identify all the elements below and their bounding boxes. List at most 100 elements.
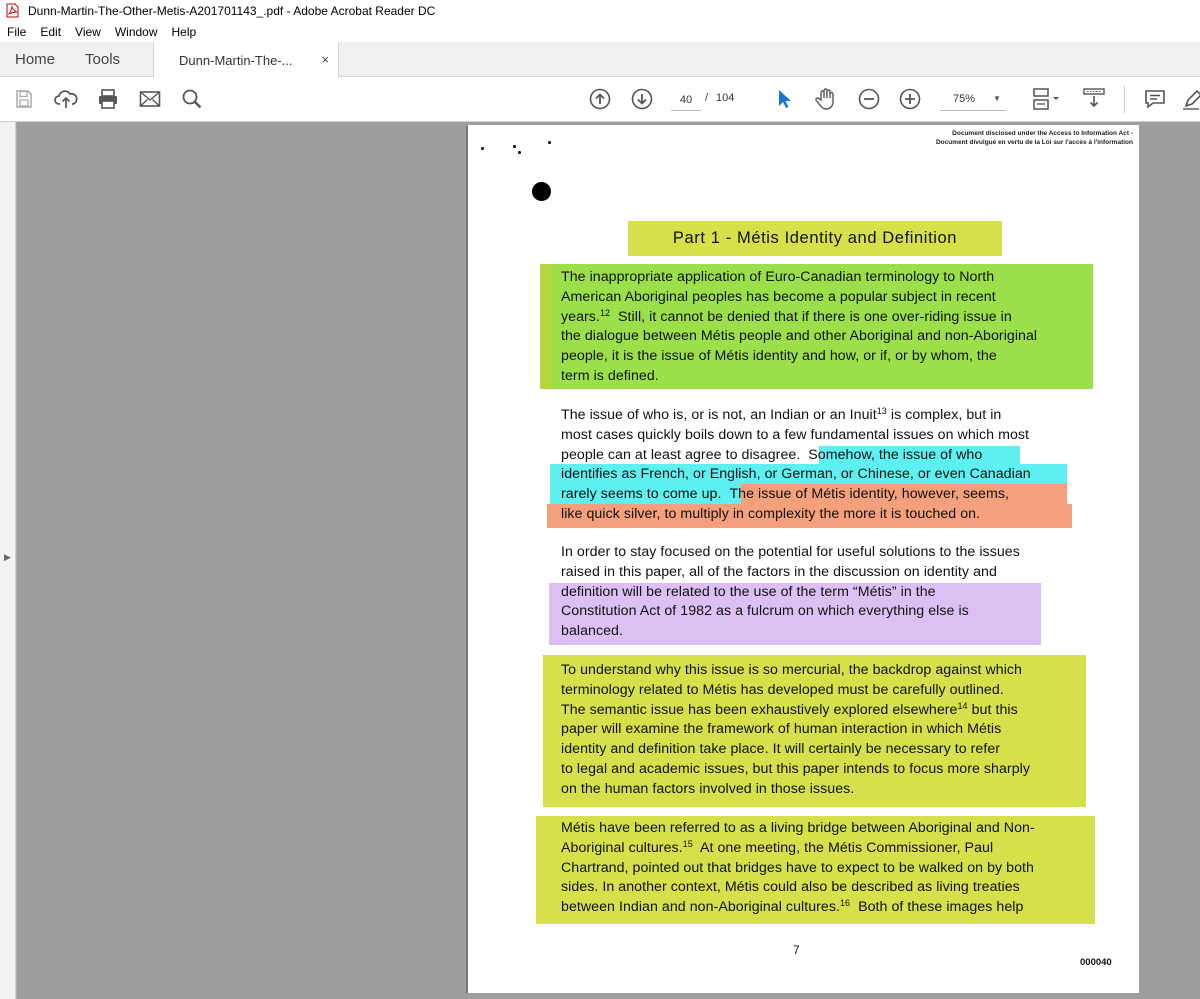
text-line: Chartrand, pointed out that bridges have… — [561, 859, 1034, 876]
paragraph-5: Métis have been referred to as a living … — [561, 819, 1091, 918]
expand-pane-icon[interactable]: ▶ — [4, 552, 11, 563]
print-icon[interactable] — [96, 87, 120, 111]
text-run: rarely seems to come up. — [561, 486, 722, 503]
upload-icon[interactable] — [54, 87, 78, 111]
hole-punch-mark — [532, 182, 551, 201]
section-heading: Part 1 - Métis Identity and Definition — [628, 221, 1002, 256]
save-icon[interactable] — [12, 87, 36, 111]
text-line: between Indian and non-Aboriginal cultur… — [561, 898, 1091, 918]
zoom-out-icon[interactable] — [857, 87, 881, 111]
close-tab-icon[interactable]: × — [321, 52, 329, 67]
text-run: but this — [967, 701, 1018, 718]
total-pages: 104 — [716, 92, 735, 104]
document-code: 000040 — [1080, 957, 1112, 968]
comment-icon[interactable] — [1143, 87, 1167, 111]
scan-speck — [518, 151, 521, 154]
tab-home[interactable]: Home — [0, 42, 70, 76]
text-line: on the human factors involved in those i… — [561, 780, 855, 797]
text-run: Aboriginal cultures. — [561, 839, 683, 856]
menu-help[interactable]: Help — [172, 25, 197, 39]
zoom-in-icon[interactable] — [898, 87, 922, 111]
toolbar-divider — [1124, 86, 1125, 113]
tab-tools[interactable]: Tools — [70, 42, 135, 76]
pdf-page: Document disclosed under the Access to I… — [466, 125, 1139, 993]
text-run: The semantic issue has been exhaustively… — [561, 701, 958, 718]
paragraph-4: To understand why this issue is so mercu… — [561, 661, 1091, 800]
page-separator: / — [705, 92, 709, 104]
hand-tool-icon[interactable] — [814, 87, 838, 111]
pen-icon[interactable] — [1180, 87, 1200, 111]
text-line: like quick silver, to multiply in comple… — [561, 505, 981, 522]
text-line: identifies as French, or English, or Ger… — [561, 466, 1031, 483]
paragraph-3: In order to stay focused on the potentia… — [561, 543, 1091, 642]
zoom-select[interactable]: 75% ▼ — [940, 89, 1006, 111]
page-number-input[interactable]: 40 — [671, 89, 701, 111]
title-bar: Dunn-Martin-The-Other-Metis-A201701143_.… — [0, 0, 1200, 22]
toolbar: 40 / 104 75% ▼ — [0, 77, 1200, 122]
text-line: people can at least agree to disagree. S… — [561, 446, 1091, 466]
text-run: The issue of who is, or is not, an India… — [561, 407, 877, 423]
text-run: Still, it cannot be denied that if there… — [610, 308, 1012, 325]
tab-document-label: Dunn-Martin-The-... — [179, 52, 293, 68]
tab-bar: Home Tools Dunn-Martin-The-... × — [0, 42, 1200, 78]
text-line: To understand why this issue is so mercu… — [561, 662, 1022, 678]
menu-file[interactable]: File — [7, 25, 26, 39]
zoom-value: 75% — [953, 93, 976, 105]
window-title: Dunn-Martin-The-Other-Metis-A201701143_.… — [28, 4, 436, 18]
scan-speck — [513, 145, 516, 148]
footnote-ref[interactable]: 13 — [877, 406, 887, 416]
text-line: terminology related to Métis has develop… — [561, 681, 1004, 698]
chevron-down-icon: ▼ — [993, 94, 1001, 103]
page-number: 7 — [793, 943, 800, 957]
text-run: The issue of Métis identity, however, se… — [729, 486, 1009, 503]
next-page-icon[interactable] — [630, 87, 654, 111]
search-icon[interactable] — [180, 87, 204, 111]
text-line: American Aboriginal peoples has become a… — [561, 288, 996, 305]
page-layout-icon[interactable] — [1030, 87, 1064, 111]
text-line: definition will be related to the use of… — [561, 583, 936, 600]
text-line: people, it is the issue of Métis identit… — [561, 348, 997, 365]
disclosure-line-1: Document disclosed under the Access to I… — [952, 130, 1133, 137]
text-line: In order to stay focused on the potentia… — [561, 544, 1020, 560]
text-run: Somehow, the issue of who — [808, 446, 983, 463]
text-line: the dialogue between Métis people and ot… — [561, 328, 1038, 345]
text-line: Aboriginal cultures.15 At one meeting, t… — [561, 839, 1091, 859]
text-line: sides. In another context, Métis could a… — [561, 879, 1020, 896]
text-line: years.12 Still, it cannot be denied that… — [561, 308, 1091, 328]
footnote-ref[interactable]: 15 — [683, 839, 693, 849]
text-line: identity and definition take place. It w… — [561, 741, 1001, 758]
text-run: Both of these images help — [850, 899, 1024, 916]
footnote-ref[interactable]: 14 — [957, 701, 967, 711]
left-pane-toggle[interactable]: ▶ — [0, 122, 16, 999]
text-run: years. — [561, 308, 600, 325]
text-line: rarely seems to come up. The issue of Mé… — [561, 485, 1091, 505]
footnote-ref[interactable]: 12 — [600, 308, 610, 318]
text-line: The inappropriate application of Euro-Ca… — [561, 269, 995, 285]
menu-window[interactable]: Window — [115, 25, 158, 39]
footnote-ref[interactable]: 16 — [840, 898, 850, 908]
paragraph-1: The inappropriate application of Euro-Ca… — [561, 268, 1091, 387]
text-line: The semantic issue has been exhaustively… — [561, 701, 1091, 721]
tab-document[interactable]: Dunn-Martin-The-... × — [153, 42, 340, 78]
email-icon[interactable] — [138, 87, 162, 111]
text-run: between Indian and non-Aboriginal cultur… — [561, 899, 840, 916]
text-line: to legal and academic issues, but this p… — [561, 760, 1030, 777]
text-line: The issue of who is, or is not, an India… — [561, 406, 1091, 426]
menu-edit[interactable]: Edit — [40, 25, 61, 39]
text-line: Constitution Act of 1982 as a fulcrum on… — [561, 603, 969, 620]
text-line: term is defined. — [561, 367, 659, 384]
acrobat-pdf-icon — [6, 3, 20, 19]
disclosure-stamp: Document disclosed under the Access to I… — [936, 129, 1133, 147]
scan-speck — [481, 147, 484, 150]
disclosure-line-2: Document divulgué en vertu de la Loi sur… — [935, 139, 1133, 146]
text-run: At one meeting, the Métis Commissioner, … — [692, 839, 994, 856]
menu-view[interactable]: View — [75, 25, 101, 39]
text-line: balanced. — [561, 623, 623, 640]
scroll-mode-icon[interactable] — [1082, 87, 1106, 111]
prev-page-icon[interactable] — [588, 87, 612, 111]
select-cursor-icon[interactable] — [772, 87, 796, 111]
text-line: most cases quickly boils down to a few f… — [561, 426, 1030, 443]
text-line: raised in this paper, all of the factors… — [561, 563, 997, 580]
paragraph-2: The issue of who is, or is not, an India… — [561, 406, 1091, 525]
text-run: is complex, but in — [886, 407, 1002, 423]
